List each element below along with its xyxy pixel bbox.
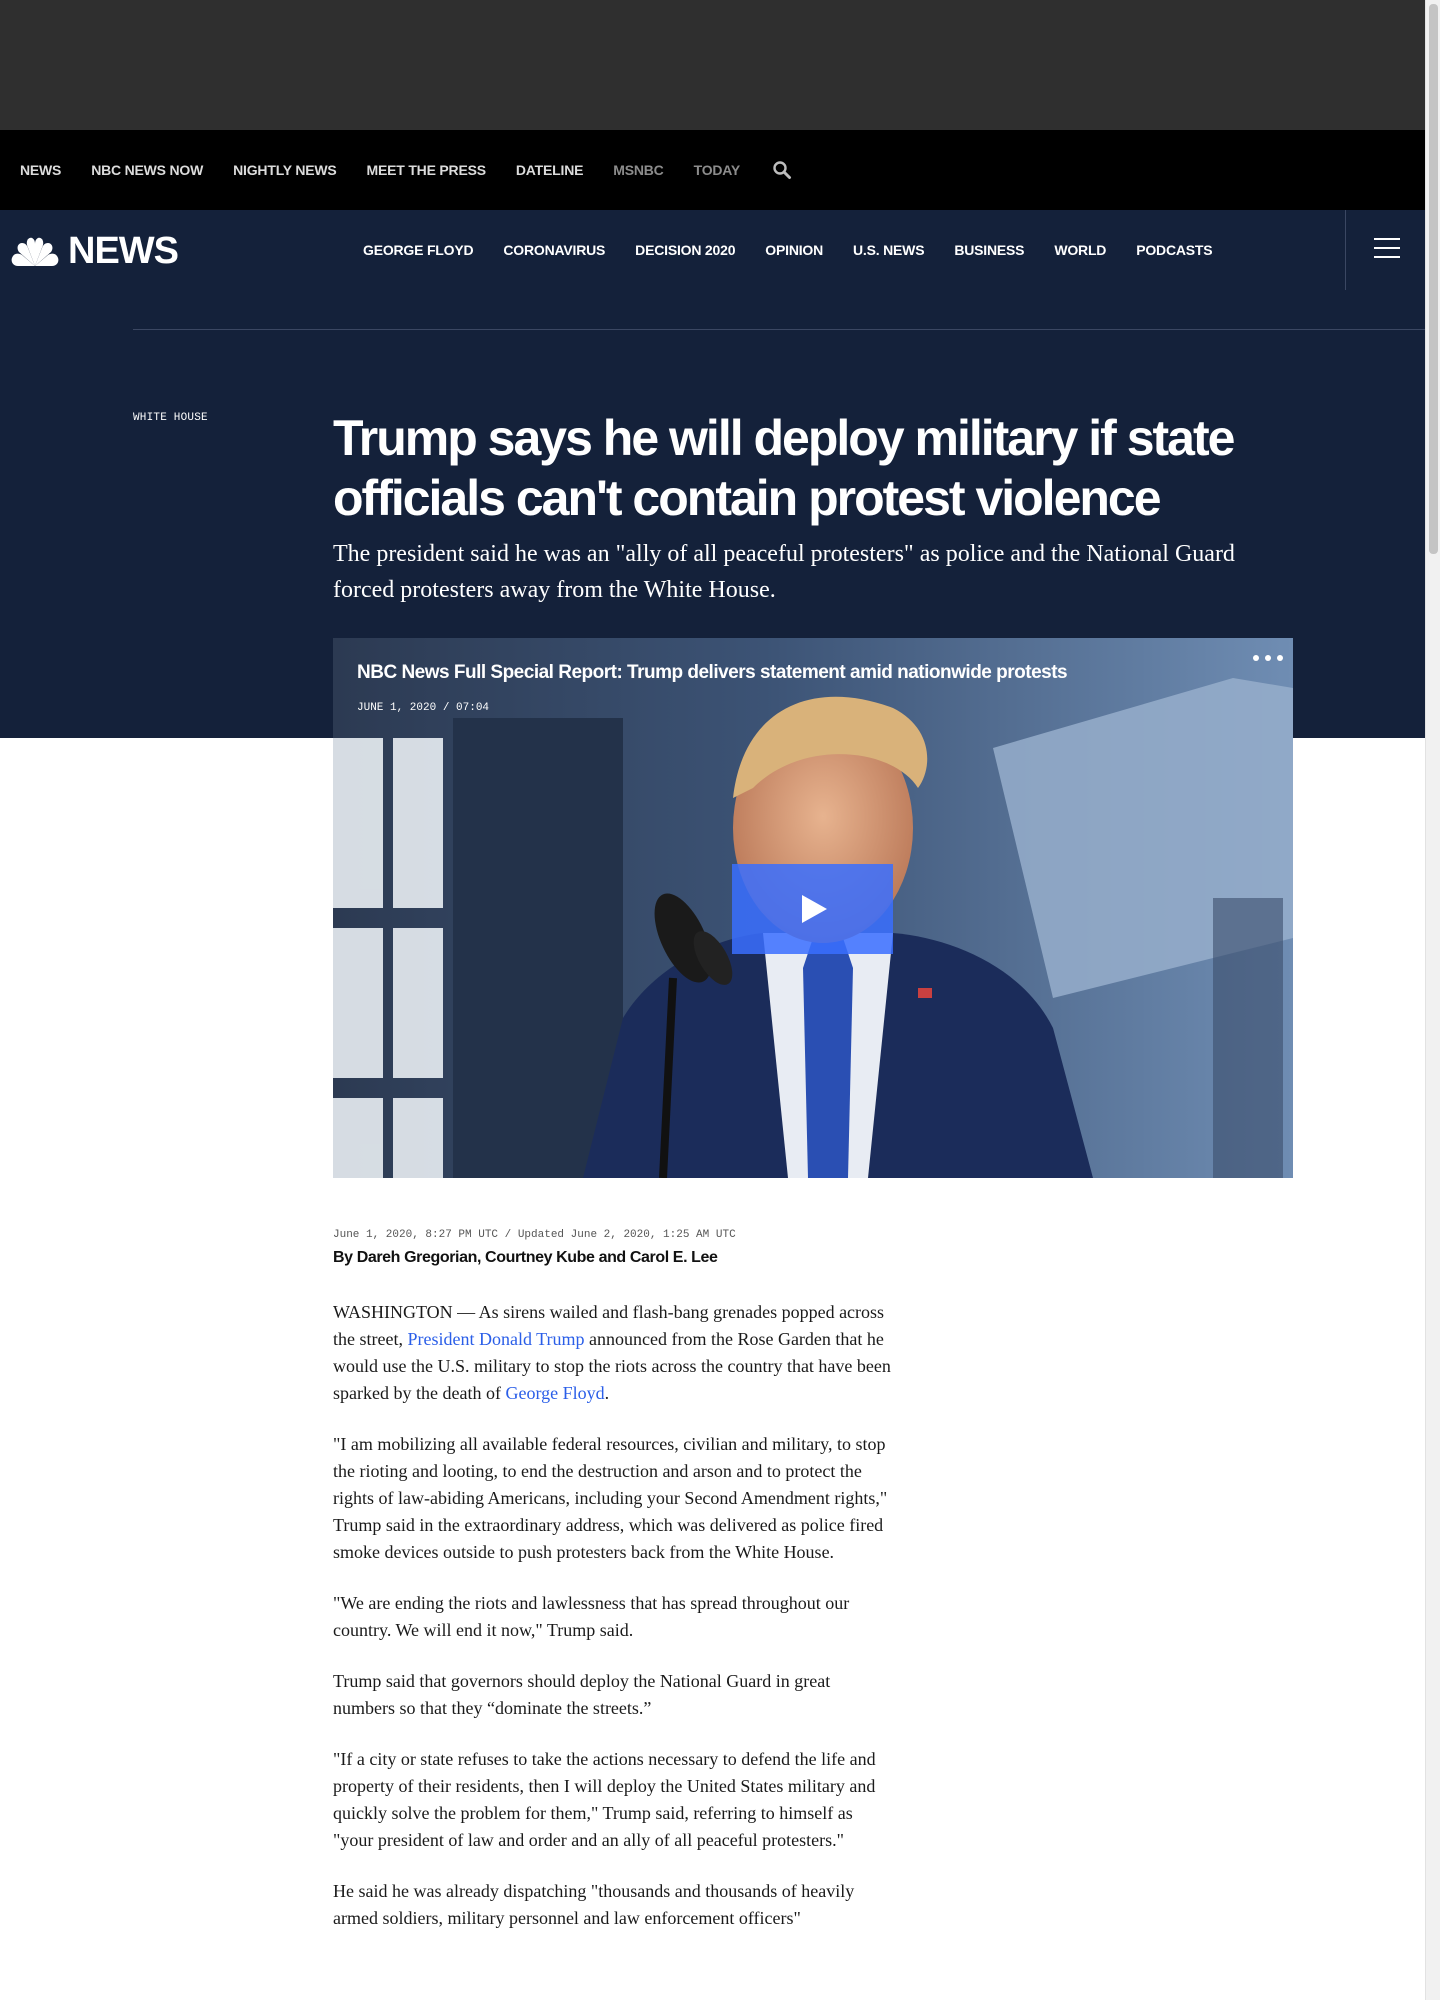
article-paragraph: "If a city or state refuses to take the … — [333, 1749, 876, 1850]
menu-divider — [1345, 210, 1346, 290]
scrollbar-thumb[interactable] — [1429, 4, 1438, 554]
top-nav-nbc-news-now[interactable]: NBC NEWS NOW — [91, 162, 203, 178]
article-body: WASHINGTON — As sirens wailed and flash-… — [333, 1299, 893, 1956]
play-icon — [801, 895, 827, 923]
article-section-eyebrow[interactable]: WHITE HOUSE — [133, 412, 208, 424]
article-paragraph: "We are ending the riots and lawlessness… — [333, 1593, 850, 1640]
video-meta: JUNE 1, 2020 / 07:04 — [357, 702, 490, 714]
section-nav-decision-2020[interactable]: DECISION 2020 — [635, 242, 735, 258]
paragraph-text: . — [604, 1383, 610, 1403]
section-nav-opinion[interactable]: OPINION — [765, 242, 823, 258]
article-paragraph: He said he was already dispatching "thou… — [333, 1881, 855, 1928]
section-nav-coronavirus[interactable]: CORONAVIRUS — [503, 242, 605, 258]
top-nav-news[interactable]: NEWS — [20, 162, 61, 178]
video-player[interactable]: NBC News Full Special Report: Trump deli… — [333, 638, 1293, 1178]
article-timestamps: June 1, 2020, 8:27 PM UTC / Updated June… — [333, 1229, 736, 1241]
hero-divider — [133, 329, 1425, 330]
section-nav-business[interactable]: BUSINESS — [954, 242, 1024, 258]
article-paragraph: Trump said that governors should deploy … — [333, 1671, 831, 1718]
article-byline: By Dareh Gregorian, Courtney Kube and Ca… — [333, 1249, 718, 1266]
search-icon[interactable] — [772, 160, 792, 180]
link-president-donald-trump[interactable]: President Donald Trump — [407, 1329, 584, 1349]
video-title: NBC News Full Special Report: Trump deli… — [357, 662, 1068, 683]
top-nav-msnbc[interactable]: MSNBC — [613, 162, 664, 178]
section-nav-podcasts[interactable]: PODCASTS — [1136, 242, 1212, 258]
article-paragraph: "I am mobilizing all available federal r… — [333, 1434, 888, 1562]
logo-wordmark: NEWS — [68, 230, 179, 272]
page-scrollbar[interactable] — [1425, 0, 1440, 2000]
peacock-icon — [11, 237, 59, 266]
top-nav-meet-the-press[interactable]: MEET THE PRESS — [367, 162, 487, 178]
section-nav-us-news[interactable]: U.S. NEWS — [853, 242, 925, 258]
link-george-floyd[interactable]: George Floyd — [505, 1383, 604, 1403]
section-nav-george-floyd[interactable]: GEORGE FLOYD — [363, 242, 474, 258]
more-options-icon[interactable] — [1253, 648, 1283, 668]
article-paragraph: WASHINGTON — As sirens wailed and flash-… — [333, 1299, 893, 1407]
top-nav-nightly-news[interactable]: NIGHTLY NEWS — [233, 162, 337, 178]
play-button[interactable] — [732, 864, 893, 954]
top-nav-today[interactable]: TODAY — [694, 162, 741, 178]
section-nav: GEORGE FLOYD CORONAVIRUS DECISION 2020 O… — [363, 242, 1242, 258]
nbc-news-logo[interactable]: NEWS — [10, 230, 179, 273]
top-network-nav: NEWS NBC NEWS NOW NIGHTLY NEWS MEET THE … — [0, 130, 1425, 210]
section-nav-world[interactable]: WORLD — [1054, 242, 1106, 258]
top-nav-dateline[interactable]: DATELINE — [516, 162, 584, 178]
ad-banner-area — [0, 0, 1425, 130]
article-headline: Trump says he will deploy military if st… — [333, 410, 1235, 526]
article-dek: The president said he was an "ally of al… — [333, 541, 1235, 603]
hamburger-menu-icon[interactable] — [1374, 238, 1400, 260]
brand-header: NEWS GEORGE FLOYD CORONAVIRUS DECISION 2… — [0, 210, 1425, 290]
